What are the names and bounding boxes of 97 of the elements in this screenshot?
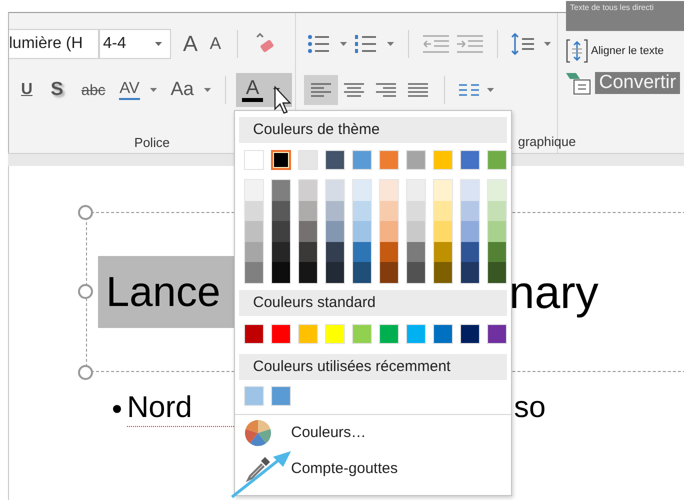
bullet-text: so (514, 390, 546, 426)
color-swatch[interactable] (434, 180, 452, 200)
color-swatch[interactable] (407, 221, 425, 242)
color-wheel-icon (243, 418, 273, 448)
caret-icon (150, 88, 157, 92)
font-name-field[interactable]: lumière (H (9, 29, 99, 59)
grow-font-button[interactable]: A (183, 31, 198, 57)
color-swatch[interactable] (272, 262, 290, 282)
align-left-icon (310, 82, 332, 98)
color-swatch[interactable] (461, 262, 479, 282)
color-swatch[interactable] (272, 200, 290, 221)
color-swatch[interactable] (245, 242, 263, 262)
color-swatch[interactable] (326, 180, 344, 200)
color-swatch[interactable] (299, 221, 317, 242)
color-swatch[interactable] (245, 262, 263, 282)
smartart-convert-icon (566, 71, 592, 95)
color-swatch[interactable] (299, 242, 317, 262)
color-swatch[interactable] (326, 221, 344, 242)
caret-icon (340, 42, 347, 46)
caret-icon (204, 88, 211, 92)
color-swatch[interactable] (272, 221, 290, 242)
slide-title: nary (509, 265, 598, 320)
font-size-field[interactable]: 4-4 (99, 29, 171, 59)
color-swatch[interactable] (461, 242, 479, 262)
shrink-font-button[interactable]: A (210, 34, 222, 54)
strikethrough-button[interactable]: abc (81, 82, 106, 98)
color-swatch[interactable] (407, 242, 425, 262)
color-swatch[interactable] (299, 200, 317, 221)
color-swatch[interactable] (434, 262, 452, 282)
color-swatch[interactable] (245, 180, 263, 200)
align-center-icon[interactable] (343, 82, 365, 98)
color-swatch[interactable] (407, 180, 425, 200)
color-swatch[interactable] (326, 262, 344, 282)
color-swatch[interactable] (353, 200, 371, 221)
color-swatch[interactable] (353, 180, 371, 200)
color-swatch[interactable] (488, 200, 506, 221)
menu-item[interactable]: Compte-gouttes (291, 460, 398, 477)
color-swatch[interactable] (272, 180, 290, 200)
group-label: Police (133, 135, 171, 150)
color-swatch[interactable] (380, 180, 398, 200)
color-swatch[interactable] (407, 200, 425, 221)
character-spacing-button[interactable]: AV (119, 80, 140, 100)
color-swatch[interactable] (461, 200, 479, 221)
resize-handle[interactable] (78, 284, 93, 299)
caret-icon (155, 42, 162, 46)
section-heading: Couleurs de thème (239, 117, 507, 143)
align-text-icon (566, 39, 588, 63)
slide-title: Lance (98, 256, 234, 328)
color-swatch[interactable] (488, 180, 506, 200)
underline-button[interactable]: U (21, 81, 33, 99)
color-swatch[interactable] (461, 221, 479, 242)
group-label: graphique (518, 134, 576, 150)
font-color-button[interactable]: A (236, 73, 292, 107)
caret-icon (487, 88, 494, 92)
color-swatch[interactable] (434, 221, 452, 242)
shadow-button[interactable]: S (50, 79, 64, 101)
color-swatch[interactable] (461, 180, 479, 200)
color-swatch[interactable] (488, 262, 506, 282)
increase-indent-icon[interactable] (456, 34, 484, 54)
color-swatch[interactable] (434, 200, 452, 221)
color-swatch[interactable] (353, 262, 371, 282)
section-heading: Couleurs utilisées récemment (239, 354, 507, 380)
color-swatch[interactable] (271, 150, 291, 170)
resize-handle[interactable] (78, 365, 93, 380)
color-swatch[interactable] (299, 262, 317, 282)
color-swatch[interactable] (434, 242, 452, 262)
color-swatch[interactable] (380, 221, 398, 242)
convert-button[interactable]: Convertir (595, 72, 680, 94)
align-right-icon[interactable] (375, 82, 397, 98)
color-swatch[interactable] (245, 200, 263, 221)
caret-icon (544, 42, 551, 46)
columns-icon[interactable] (458, 83, 480, 97)
change-case-button[interactable]: Aa (170, 79, 194, 101)
decrease-indent-icon[interactable] (422, 34, 450, 54)
color-swatch[interactable] (272, 242, 290, 262)
bullet-dot (113, 405, 121, 413)
color-swatch[interactable] (380, 262, 398, 282)
color-swatch[interactable] (299, 180, 317, 200)
resize-handle[interactable] (78, 205, 93, 220)
justify-icon[interactable] (407, 82, 429, 98)
color-swatch[interactable] (245, 221, 263, 242)
color-swatch[interactable] (488, 242, 506, 262)
annotation-arrow (230, 449, 292, 499)
line-spacing-icon[interactable] (511, 32, 537, 56)
color-swatch[interactable] (380, 200, 398, 221)
color-swatch[interactable] (326, 242, 344, 262)
caret-icon (387, 42, 394, 46)
color-swatch[interactable] (326, 200, 344, 221)
color-swatch[interactable] (380, 242, 398, 262)
menu-item[interactable]: Couleurs… (291, 424, 366, 441)
color-swatch[interactable] (488, 221, 506, 242)
align-text-button[interactable]: Aligner le texte (591, 45, 664, 57)
color-swatch[interactable] (353, 221, 371, 242)
align-left-button[interactable] (304, 75, 338, 105)
section-heading: Couleurs standard (239, 290, 507, 316)
color-swatch[interactable] (407, 262, 425, 282)
color-swatch[interactable] (353, 242, 371, 262)
